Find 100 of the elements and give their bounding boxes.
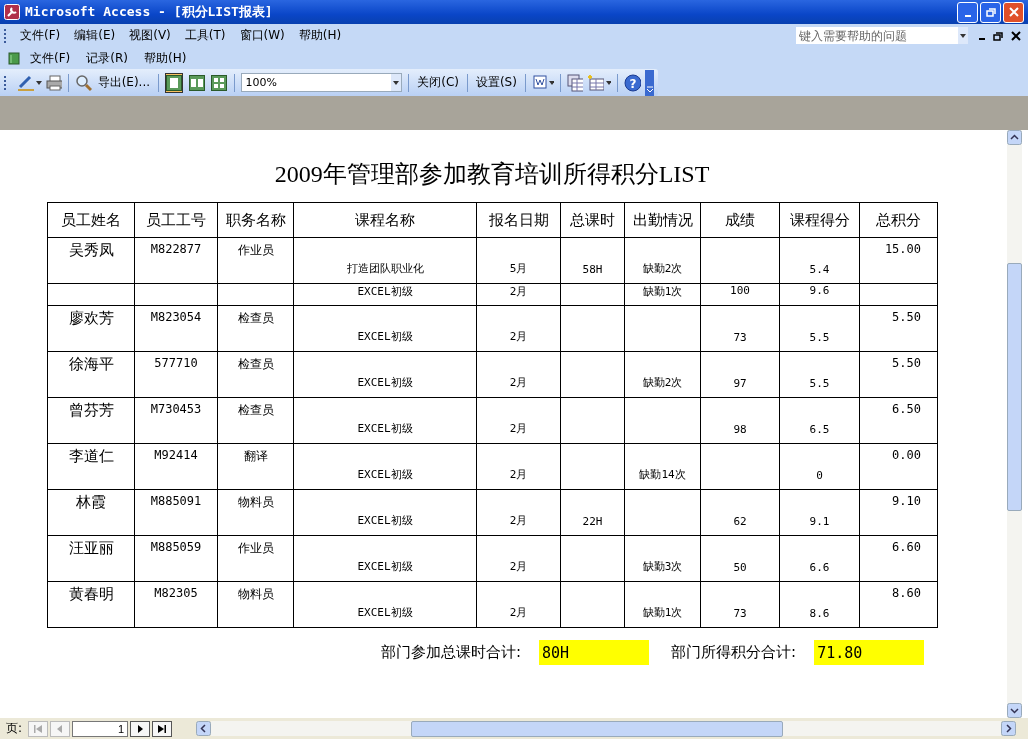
- column-header: 总积分: [860, 203, 938, 238]
- table-cell: 2月: [477, 284, 561, 306]
- scroll-thumb[interactable]: [411, 721, 784, 737]
- menu-item[interactable]: 视图(V): [123, 25, 177, 46]
- menu-item[interactable]: 工具(T): [178, 25, 232, 46]
- table-cell: 0: [780, 444, 860, 490]
- caret-icon[interactable]: [36, 80, 42, 85]
- table-cell: 2月: [477, 444, 561, 490]
- table-cell: [561, 536, 625, 582]
- toolbar-options-icon[interactable]: [644, 69, 655, 96]
- table-cell: 作业员: [218, 238, 294, 284]
- table-cell: 检查员: [218, 306, 294, 352]
- table-cell: 6.60: [860, 536, 938, 582]
- toolbar-button[interactable]: 设置(S): [473, 73, 519, 92]
- page-number-field[interactable]: 1: [72, 720, 129, 737]
- table-cell: 50: [701, 536, 780, 582]
- menu-item[interactable]: 编辑(E): [68, 25, 122, 46]
- table-cell: EXCEL初级: [294, 306, 477, 352]
- table-cell: 检查员: [218, 398, 294, 444]
- caret-icon[interactable]: [548, 80, 554, 85]
- next-page-button[interactable]: [130, 720, 151, 737]
- table-cell: EXCEL初级: [294, 284, 477, 306]
- table-cell: EXCEL初级: [294, 398, 477, 444]
- menu-item[interactable]: 文件(F): [14, 25, 67, 46]
- table-cell: [561, 284, 625, 306]
- minimize-icon[interactable]: [979, 37, 985, 40]
- table-cell: EXCEL初级: [294, 582, 477, 628]
- scroll-right-icon[interactable]: [1001, 721, 1017, 736]
- column-header: 课程名称: [294, 203, 477, 238]
- caret-icon[interactable]: [605, 80, 612, 85]
- table-cell: 2月: [477, 352, 561, 398]
- table-cell: 缺勤3次: [625, 536, 701, 582]
- table-cell: 缺勤1次: [625, 284, 701, 306]
- page-label: 页:: [6, 720, 23, 737]
- table-cell: [561, 444, 625, 490]
- scroll-down-icon[interactable]: [1007, 703, 1022, 718]
- minimize-button[interactable]: [957, 1, 978, 23]
- table-cell: 李道仁: [48, 444, 135, 490]
- scroll-left-icon[interactable]: [196, 721, 212, 736]
- scroll-up-icon[interactable]: [1007, 130, 1022, 145]
- restore-button[interactable]: [980, 1, 1001, 23]
- menu-item[interactable]: 帮助(H): [292, 25, 348, 46]
- two-pages-button[interactable]: [187, 72, 206, 93]
- table-cell: EXCEL初级: [294, 490, 477, 536]
- table-cell: 2月: [477, 306, 561, 352]
- window-title: Microsoft Access - [积分LIST报表]: [25, 3, 273, 21]
- restore-icon[interactable]: [993, 30, 1003, 41]
- toolbar-button[interactable]: 关闭(C): [415, 73, 461, 92]
- magnifier-icon[interactable]: [75, 73, 92, 92]
- table-cell: 58H: [561, 238, 625, 284]
- table-cell: 翻译: [218, 444, 294, 490]
- help-icon[interactable]: ?: [624, 73, 641, 92]
- table-cell: 5.4: [780, 238, 860, 284]
- table-cell: 73: [701, 582, 780, 628]
- zoom-field[interactable]: 100%: [241, 73, 403, 92]
- book-icon: [8, 51, 20, 65]
- last-page-button[interactable]: [152, 720, 173, 737]
- window-icon[interactable]: [566, 73, 584, 92]
- table-cell: M82305: [135, 582, 218, 628]
- table-cell: 0.00: [860, 444, 938, 490]
- one-page-button[interactable]: [164, 72, 184, 93]
- table-cell: 98: [701, 398, 780, 444]
- close-button[interactable]: [1003, 1, 1024, 23]
- printer-icon[interactable]: [45, 74, 63, 91]
- column-header: 课程得分: [780, 203, 860, 238]
- table-cell: 62: [701, 490, 780, 536]
- multi-page-button[interactable]: [209, 72, 229, 93]
- table-cell: 6.50: [860, 398, 938, 444]
- first-page-icon: [33, 723, 44, 734]
- table-cell: 2月: [477, 582, 561, 628]
- table-cell: 曾芬芳: [48, 398, 135, 444]
- ruler-pencil-icon[interactable]: [15, 73, 35, 92]
- vertical-scrollbar[interactable]: [1007, 130, 1022, 718]
- table-cell: 缺勤14次: [625, 444, 701, 490]
- table-cell: 73: [701, 306, 780, 352]
- table-cell: M885091: [135, 490, 218, 536]
- restore-icon: [985, 7, 996, 17]
- table-cell: 97: [701, 352, 780, 398]
- horizontal-scrollbar[interactable]: [196, 721, 1017, 736]
- menu-item[interactable]: 文件(F): [24, 47, 77, 69]
- menu-item[interactable]: 帮助(H): [137, 47, 193, 69]
- column-header: 职务名称: [218, 203, 294, 238]
- last-page-icon: [157, 723, 168, 734]
- table-cell: EXCEL初级: [294, 352, 477, 398]
- caret-icon[interactable]: [960, 33, 966, 38]
- scroll-thumb[interactable]: [1007, 263, 1022, 511]
- close-icon[interactable]: [1011, 30, 1021, 41]
- toolbar-button[interactable]: 导出(E)...: [95, 73, 152, 92]
- table-cell: 577710: [135, 352, 218, 398]
- column-header: 出勤情况: [625, 203, 701, 238]
- menu-item[interactable]: 窗口(W): [233, 25, 291, 46]
- caret-icon[interactable]: [393, 80, 400, 85]
- table-cell: M92414: [135, 444, 218, 490]
- table-cell: 9.6: [780, 284, 860, 306]
- help-search-field[interactable]: 键入需要帮助的问题: [796, 27, 968, 44]
- table-cell: 作业员: [218, 536, 294, 582]
- total-label: 部门所得积分合计:: [671, 643, 797, 662]
- document-icon[interactable]: [531, 74, 547, 91]
- table-cell: 6.5: [780, 398, 860, 444]
- menu-item[interactable]: 记录(R): [80, 47, 134, 69]
